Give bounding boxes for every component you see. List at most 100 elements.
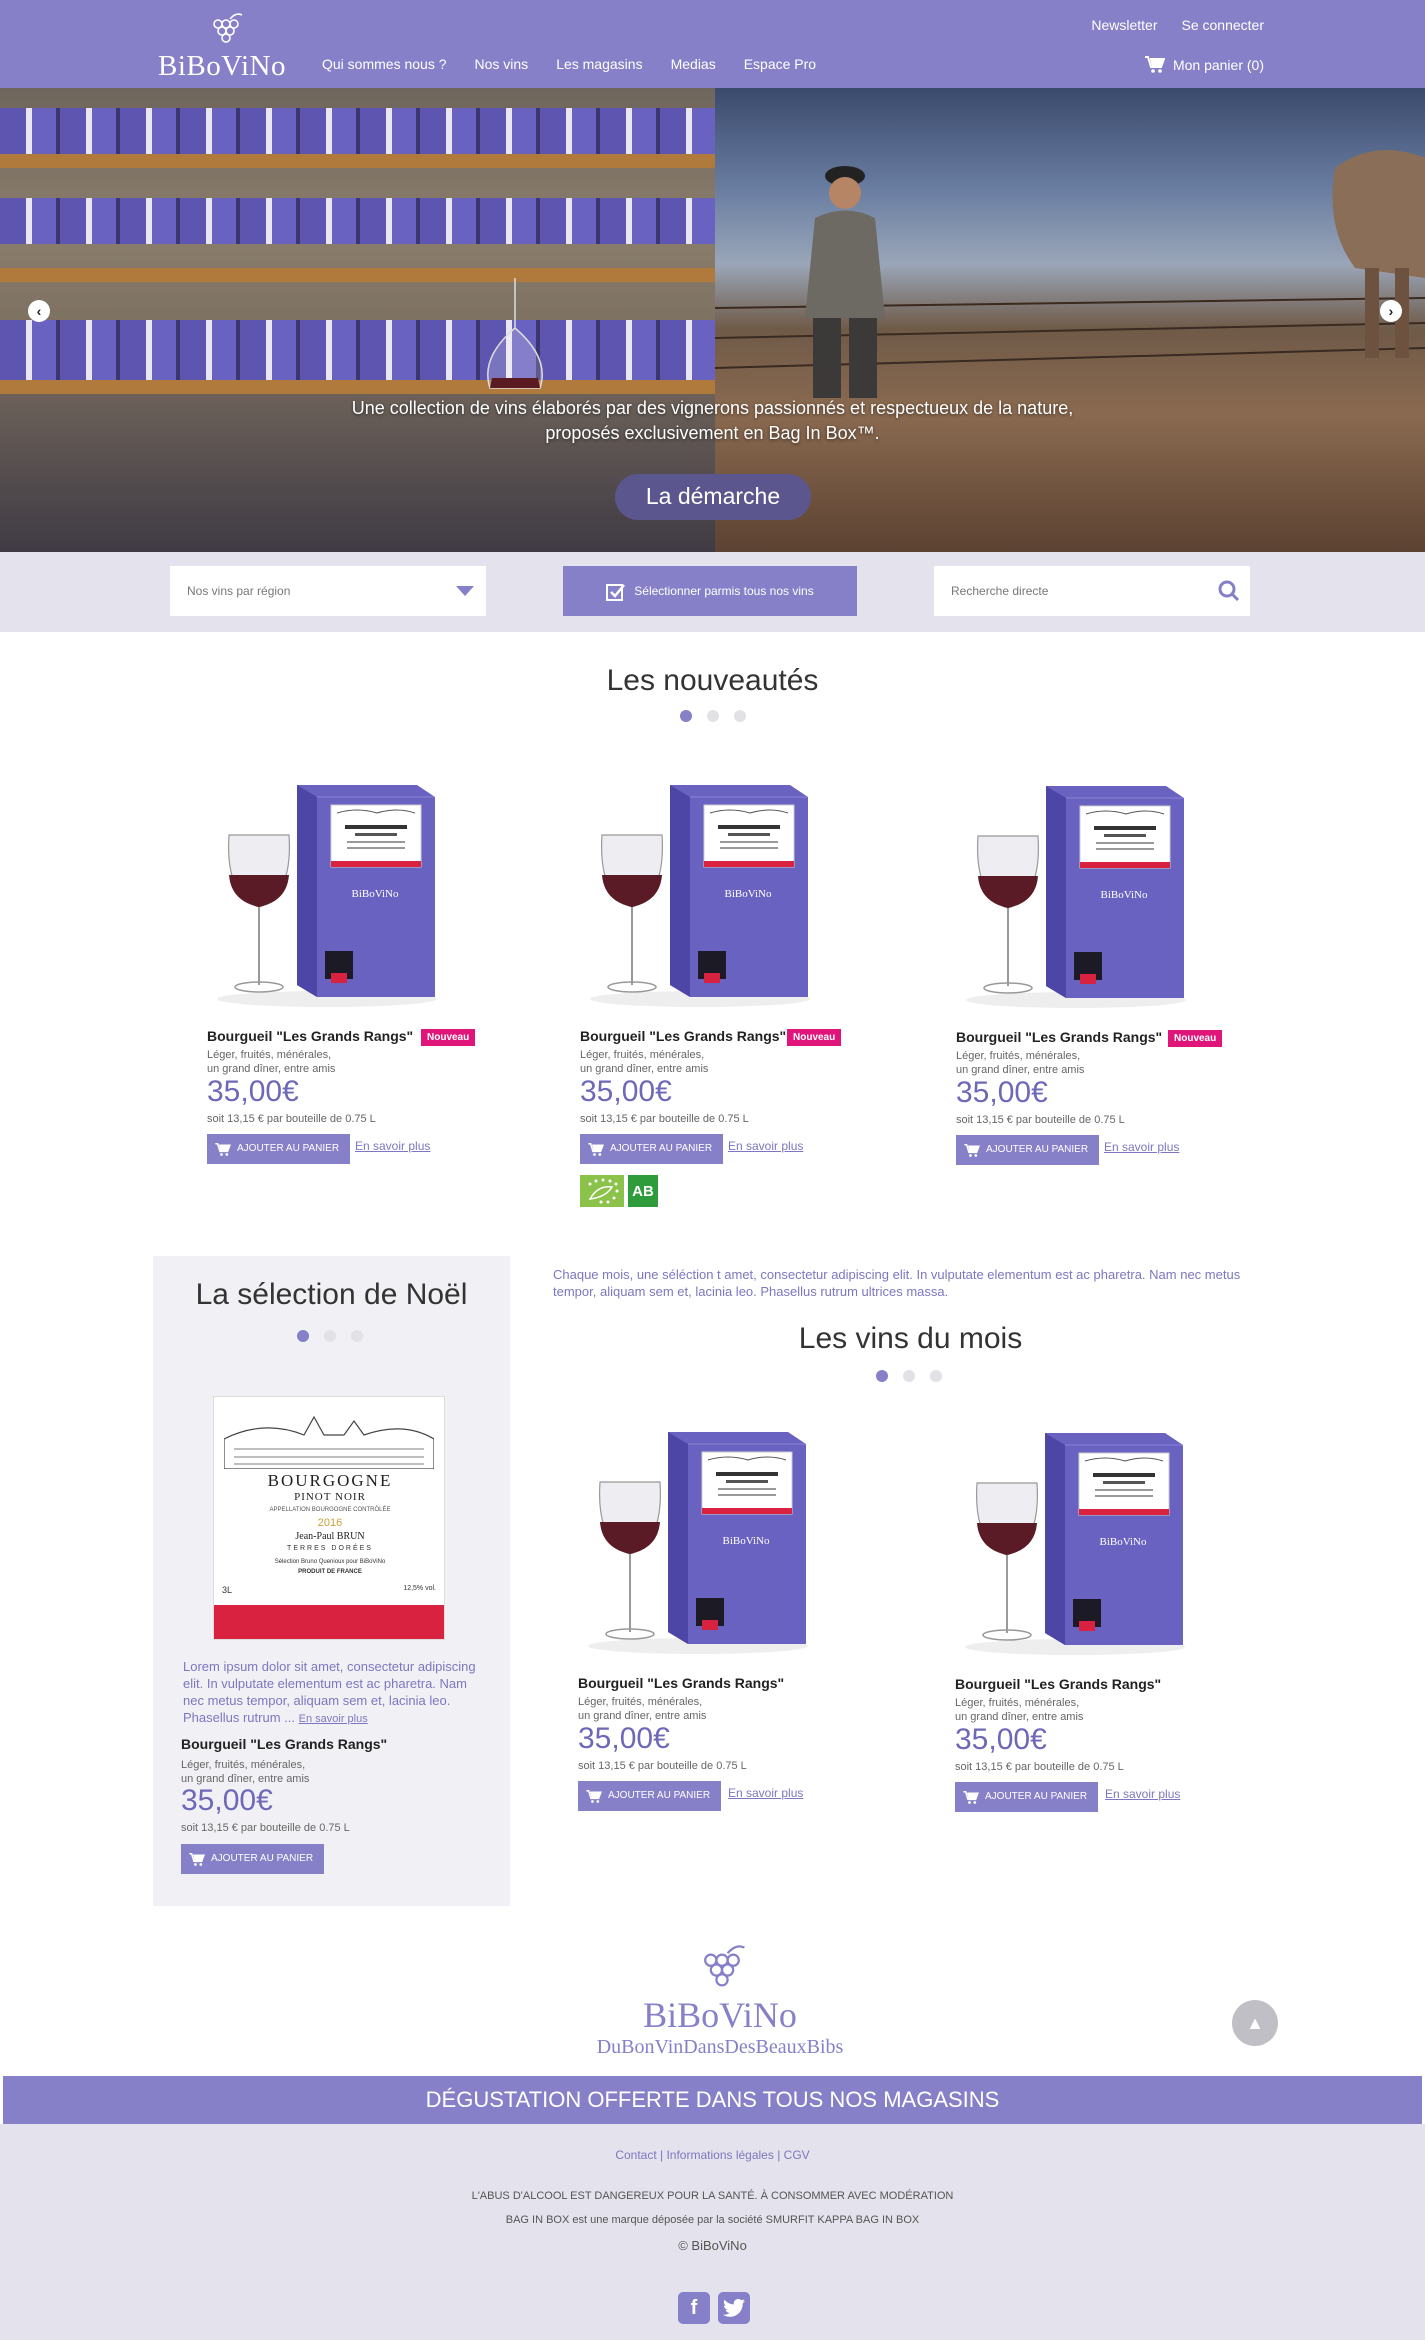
carousel-dot[interactable] <box>680 710 692 722</box>
carousel-dot[interactable] <box>903 1370 915 1382</box>
svg-text:BiBoViNo: BiBoViNo <box>722 1535 770 1547</box>
carousel-dot[interactable] <box>297 1330 309 1342</box>
product-desc-line: un grand dîner, entre amis <box>207 1063 336 1075</box>
unit-price: soit 13,15 € par bouteille de 0.75 L <box>181 1822 350 1834</box>
cgv-link[interactable]: CGV <box>784 2148 810 2162</box>
product-name[interactable]: Bourgueil "Les Grands Rangs" <box>181 1736 387 1752</box>
carousel-dot[interactable] <box>324 1330 336 1342</box>
add-to-cart-button[interactable]: AJOUTER AU PANIER <box>955 1782 1099 1812</box>
login-link[interactable]: Se connecter <box>1182 17 1265 33</box>
svg-text:BiBoViNo: BiBoViNo <box>1099 1536 1147 1548</box>
twitter-icon[interactable] <box>718 2292 750 2324</box>
unit-price: soit 13,15 € par bouteille de 0.75 L <box>956 1114 1125 1126</box>
add-to-cart-button[interactable]: AJOUTER AU PANIER <box>207 1134 351 1164</box>
region-select[interactable]: Nos vins par région <box>170 566 486 616</box>
learn-more-link[interactable]: En savoir plus <box>355 1139 430 1153</box>
new-badge: Nouveau <box>787 1029 842 1046</box>
product-name[interactable]: Bourgueil "Les Grands Rangs" <box>207 1028 413 1044</box>
alcohol-warning: L'ABUS D'ALCOOL EST DANGEREUX POUR LA SA… <box>471 2190 954 2202</box>
label-domain: TERRES DORÉES <box>287 1545 373 1552</box>
add-to-cart-button[interactable]: AJOUTER AU PANIER <box>580 1134 724 1164</box>
product-name[interactable]: Bourgueil "Les Grands Rangs" <box>578 1675 784 1691</box>
learn-more-link[interactable]: En savoir plus <box>299 1713 368 1725</box>
carousel-dot[interactable] <box>930 1370 942 1382</box>
chevron-up-icon: ▲ <box>1246 2013 1264 2033</box>
svg-text:BiBoViNo: BiBoViNo <box>351 888 399 900</box>
main-nav: Qui sommes nous ? Nos vins Les magasins … <box>322 56 816 72</box>
product-desc-line: Léger, fruités, ménérales, <box>181 1759 306 1771</box>
grapes-logo-icon <box>213 13 243 43</box>
product-image[interactable]: BiBoViNo <box>956 776 1196 1011</box>
nav-qui-sommes-nous[interactable]: Qui sommes nous ? <box>322 56 447 72</box>
label-producer: Jean-Paul BRUN <box>295 1531 365 1542</box>
product-image[interactable]: BiBoViNo <box>207 775 447 1010</box>
product-name[interactable]: Bourgueil "Les Grands Rangs" <box>956 1029 1162 1045</box>
cart-link[interactable]: Mon panier (0) <box>1144 56 1264 73</box>
noel-title: La sélection de Noël <box>195 1278 468 1311</box>
carousel-dot[interactable] <box>351 1330 363 1342</box>
bio-label-text: AB <box>632 1183 654 1200</box>
legal-link[interactable]: Informations légales <box>666 2148 773 2162</box>
contact-link[interactable]: Contact <box>615 2148 656 2162</box>
product-description: Léger, fruités, ménérales, un grand dîner… <box>955 1696 1155 1724</box>
product-image[interactable]: BiBoViNo <box>578 1422 818 1657</box>
product-name[interactable]: Bourgueil "Les Grands Rangs" <box>955 1676 1161 1692</box>
learn-more-link[interactable]: En savoir plus <box>728 1786 803 1800</box>
organic-label-icon: AB <box>580 1175 658 1207</box>
label-red-band <box>214 1605 444 1639</box>
label-selection: Sélection Bruno Quenioux pour BiBoViNo <box>274 1559 386 1565</box>
add-to-cart-button[interactable]: AJOUTER AU PANIER <box>578 1781 722 1811</box>
noel-description: Lorem ipsum dolor sit amet, consectetur … <box>183 1658 489 1728</box>
la-demarche-button[interactable]: La démarche <box>615 474 811 520</box>
carousel-dot[interactable] <box>876 1370 888 1382</box>
slider-next-icon[interactable]: › <box>1380 300 1402 322</box>
site-logo[interactable]: BiBoViNo <box>158 10 288 82</box>
carousel-dot[interactable] <box>734 710 746 722</box>
product-description: Léger, fruités, ménérales, un grand dîner… <box>181 1758 381 1786</box>
facebook-icon[interactable]: f <box>678 2292 710 2324</box>
slider-prev-icon[interactable]: ‹ <box>28 300 50 322</box>
search-icon[interactable] <box>1218 580 1240 602</box>
add-to-cart-label: AJOUTER AU PANIER <box>985 1791 1088 1802</box>
learn-more-link[interactable]: En savoir plus <box>1105 1787 1180 1801</box>
nav-espace-pro[interactable]: Espace Pro <box>744 56 816 72</box>
carousel-dot[interactable] <box>707 710 719 722</box>
add-to-cart-button[interactable]: AJOUTER AU PANIER <box>181 1844 325 1874</box>
product-desc-line: un grand dîner, entre amis <box>955 1711 1084 1723</box>
noel-dots <box>297 1330 363 1342</box>
unit-price: soit 13,15 € par bouteille de 0.75 L <box>207 1113 376 1125</box>
nav-nos-vins[interactable]: Nos vins <box>475 56 529 72</box>
copyright: © BiBoViNo <box>678 2238 747 2253</box>
label-origin: PRODUIT DE FRANCE <box>298 1569 362 1575</box>
footer-logo: BiBoViNo DuBonVinDansDesBeauxBibs <box>590 1940 850 2060</box>
new-badge: Nouveau <box>1168 1030 1223 1047</box>
cart-icon <box>586 1789 602 1803</box>
product-image[interactable]: BiBoViNo <box>580 775 820 1010</box>
filter-bar: Nos vins par région Sélectionner parmis … <box>0 552 1425 632</box>
add-to-cart-label: AJOUTER AU PANIER <box>610 1143 713 1154</box>
site-header: BiBoViNo Qui sommes nous ? Nos vins Les … <box>0 0 1425 88</box>
product-desc-line: Léger, fruités, ménérales, <box>207 1049 332 1061</box>
product-desc-line: Léger, fruités, ménérales, <box>578 1696 703 1708</box>
add-to-cart-button[interactable]: AJOUTER AU PANIER <box>956 1135 1100 1165</box>
product-image[interactable]: BiBoViNo <box>955 1423 1195 1658</box>
select-all-wines-button[interactable]: Sélectionner parmis tous nos vins <box>563 566 857 616</box>
nav-medias[interactable]: Medias <box>671 56 716 72</box>
learn-more-link[interactable]: En savoir plus <box>1104 1140 1179 1154</box>
cart-icon <box>964 1143 980 1157</box>
decanter-icon <box>487 278 543 389</box>
product-price: 35,00€ <box>207 1075 299 1108</box>
nav-les-magasins[interactable]: Les magasins <box>556 56 642 72</box>
product-description: Léger, fruités, ménérales, un grand dîner… <box>956 1049 1156 1077</box>
back-to-top-button[interactable]: ▲ <box>1232 2000 1278 2046</box>
learn-more-link[interactable]: En savoir plus <box>728 1139 803 1153</box>
cart-icon <box>963 1790 979 1804</box>
search-input[interactable]: Recherche directe <box>934 566 1250 616</box>
product-name[interactable]: Bourgueil "Les Grands Rangs" <box>580 1028 786 1044</box>
select-all-label: Sélectionner parmis tous nos vins <box>634 584 814 598</box>
newsletter-link[interactable]: Newsletter <box>1091 17 1157 33</box>
wine-label-image[interactable]: BOURGOGNE PINOT NOIR APPELLATION BOURGOG… <box>213 1396 445 1640</box>
farmer-figure <box>805 166 885 398</box>
cart-icon <box>215 1142 231 1156</box>
product-price: 35,00€ <box>578 1722 670 1755</box>
